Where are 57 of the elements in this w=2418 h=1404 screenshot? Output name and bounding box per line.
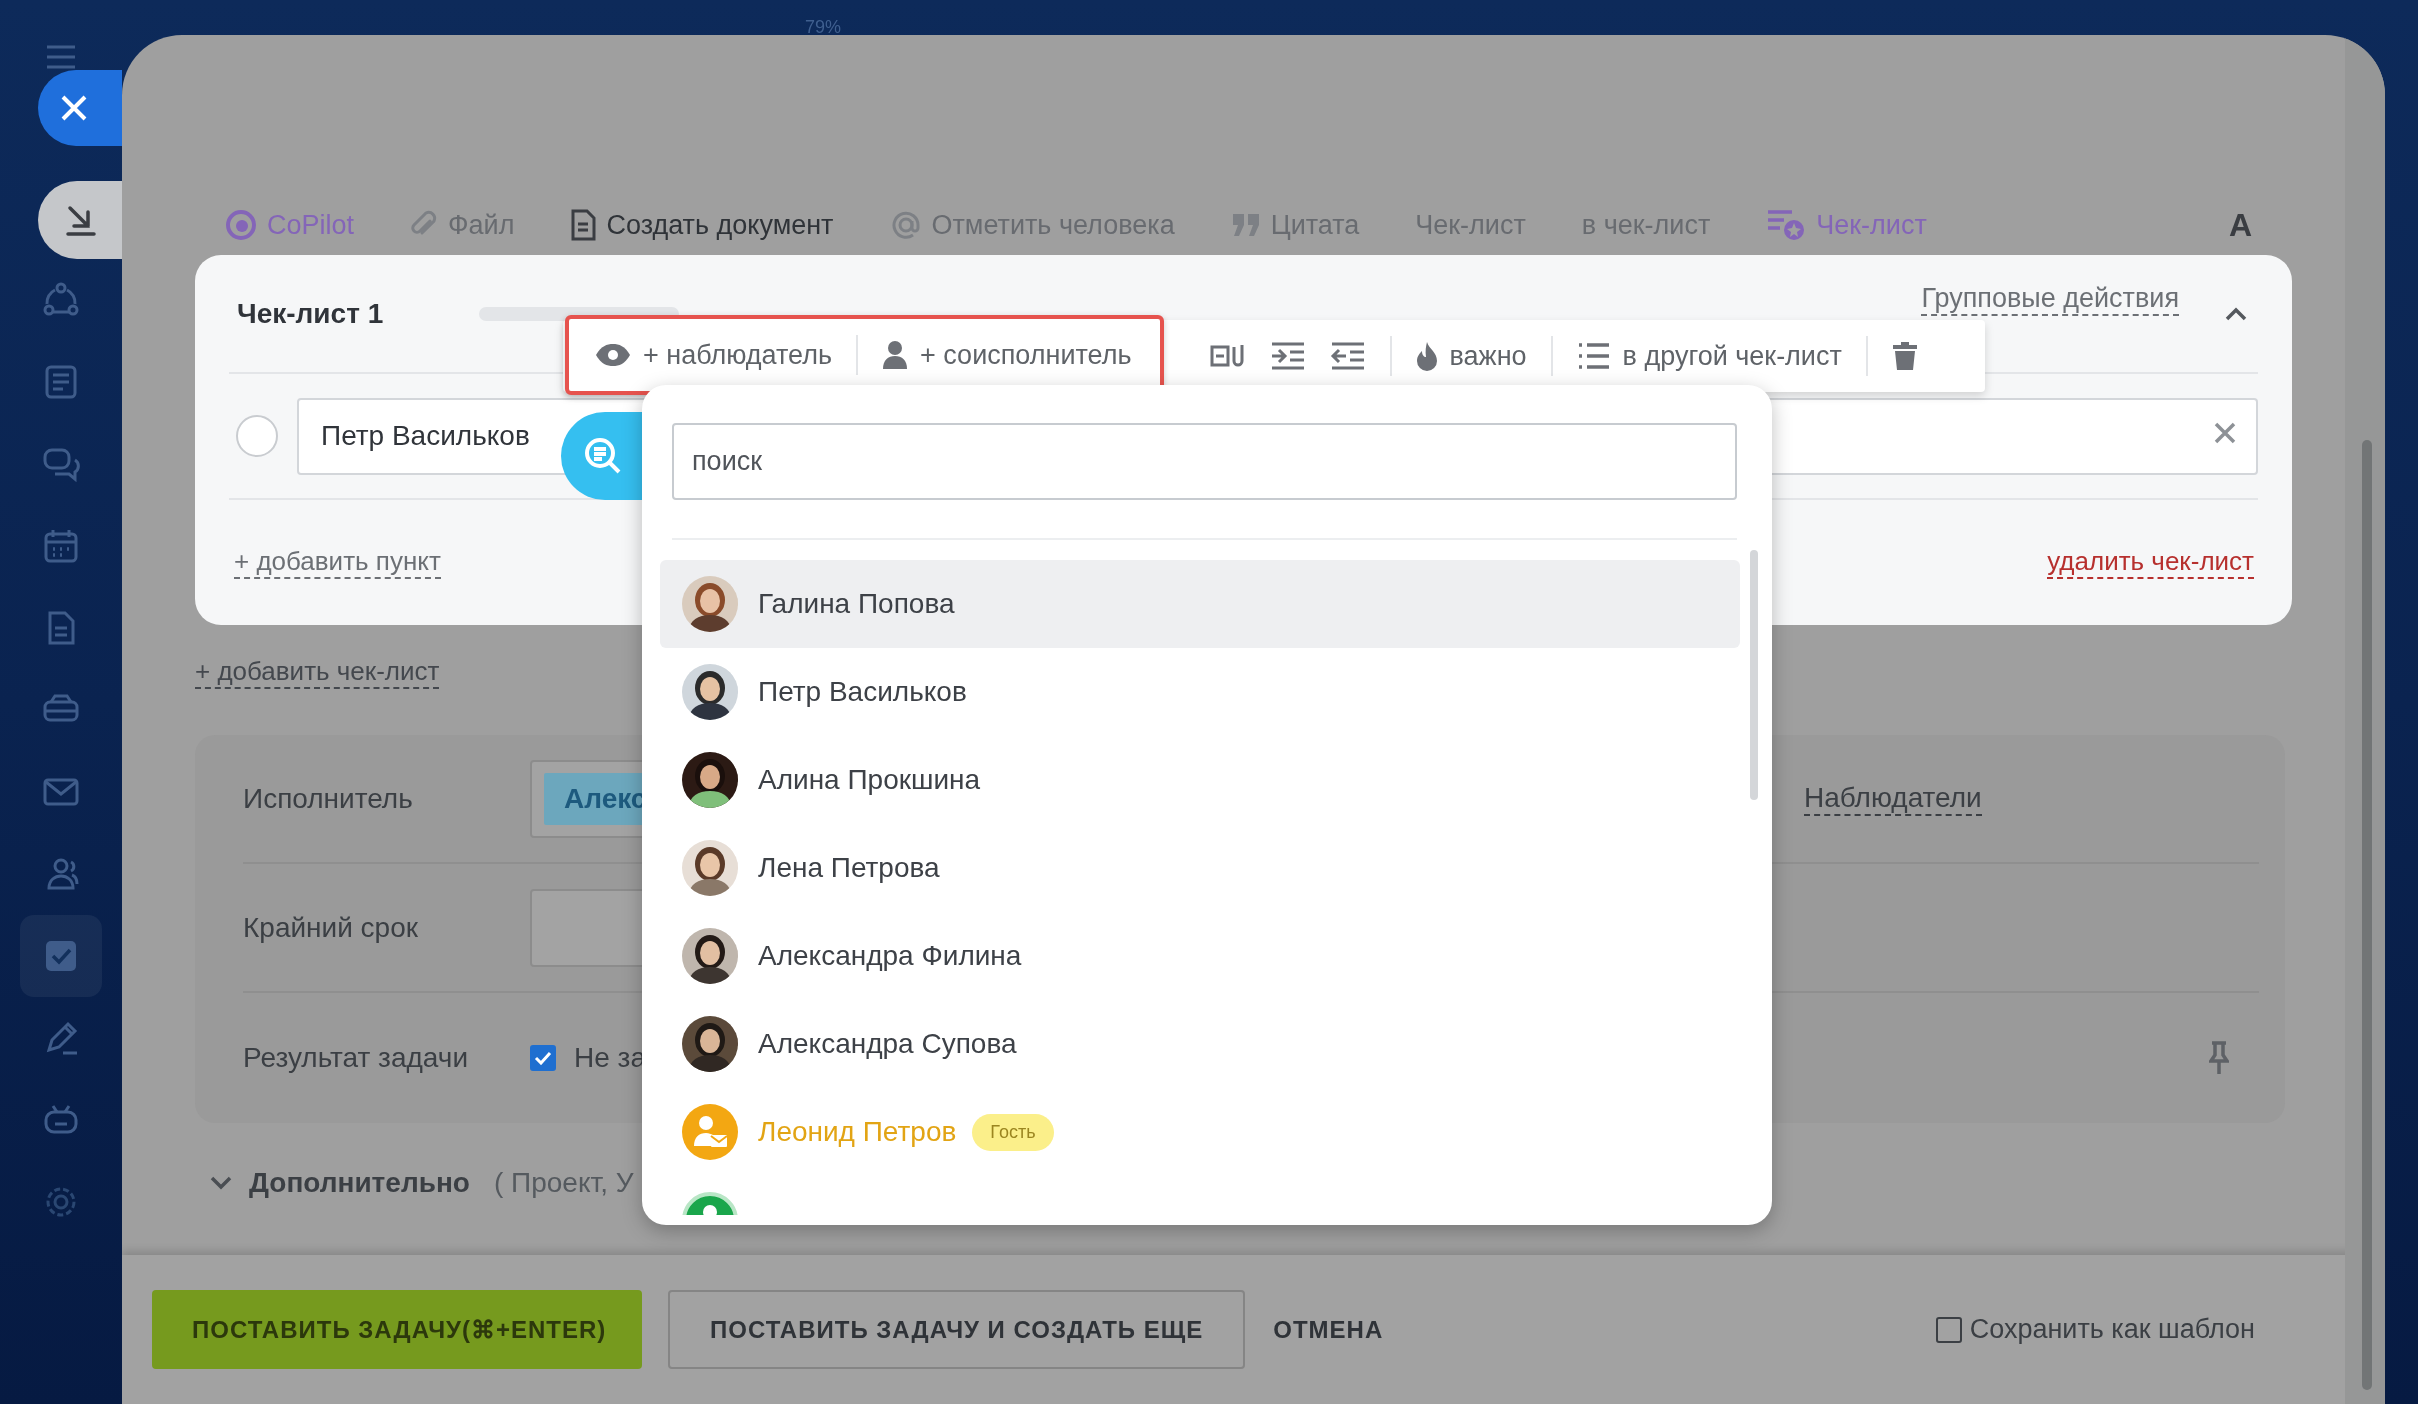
person-item[interactable]: Александра Филина [660, 912, 1740, 1000]
toolbar-button[interactable]: + наблюдатель [583, 339, 845, 371]
delete-checklist-link[interactable]: удалить чек-лист [2047, 546, 2254, 579]
toolbar-item[interactable]: A [2228, 206, 2252, 244]
sidebar-item[interactable] [38, 181, 122, 259]
document-icon [570, 209, 597, 241]
chevron-icon[interactable] [209, 1175, 233, 1191]
add-checklist-link[interactable]: + добавить чек-лист [195, 655, 440, 689]
checkbox-label: Сохранить как шаблон [1969, 1314, 2255, 1345]
search-icon [583, 435, 623, 476]
at-sign-icon [889, 209, 922, 241]
guest-badge: Гость [972, 1113, 1054, 1151]
toolbar-item[interactable]: Создать документ [606, 209, 834, 241]
field-label: Крайний срок [243, 911, 419, 944]
field-label: Исполнитель [243, 782, 414, 815]
checkbox[interactable] [530, 1045, 556, 1071]
scrollbar[interactable] [2362, 440, 2372, 1390]
quote-icon [1230, 212, 1261, 238]
cancel-button[interactable]: ОТМЕНА [1245, 1290, 1412, 1369]
list-icon [1576, 342, 1611, 370]
guest-user-icon [682, 1104, 738, 1160]
section-hint: ( Проект, У [493, 1167, 634, 1199]
person-item[interactable]: Лена Петрова [660, 824, 1740, 912]
clear-button[interactable] [2214, 421, 2236, 444]
person-item[interactable]: Алина Прокшина [660, 736, 1740, 824]
chevron-icon[interactable] [2224, 305, 2248, 322]
person-item[interactable]: Петр Васильков [660, 648, 1740, 736]
submit-button[interactable]: ПОСТАВИТЬ ЗАДАЧУ(⌘+ENTER) [152, 1290, 642, 1369]
close-button[interactable] [38, 70, 122, 146]
observers-link[interactable]: Наблюдатели [1804, 781, 1982, 816]
toolbar-button[interactable]: в другой чек-лист [1564, 340, 1854, 372]
pin-icon[interactable] [2209, 1041, 2229, 1075]
checkbox[interactable] [1935, 1316, 1962, 1343]
checkmark-icon [534, 1051, 552, 1065]
person-item[interactable]: Галина Попова [660, 560, 1740, 648]
person-item[interactable]: Александра Супова [660, 1000, 1740, 1088]
toolbar-button[interactable]: + соисполнитель [870, 339, 1144, 371]
eye-icon [595, 343, 631, 367]
indent-icon[interactable] [1269, 341, 1306, 371]
scrollbar[interactable] [1750, 550, 1758, 800]
copilot-icon [225, 209, 257, 241]
flame-icon [1415, 341, 1438, 371]
add-item-link[interactable]: + добавить пункт [234, 546, 441, 579]
checklist-title: Чек-лист 1 [237, 297, 385, 330]
checklist-icon [1766, 208, 1807, 242]
close-icon [60, 94, 88, 122]
submit-and-new-button[interactable]: ПОСТАВИТЬ ЗАДАЧУ И СОЗДАТЬ ЕЩЕ [668, 1290, 1246, 1369]
person-icon [882, 340, 909, 370]
toolbar-button[interactable]: важно [1403, 340, 1539, 372]
outdent-icon[interactable] [1329, 341, 1366, 371]
group-actions-link[interactable]: Групповые действия [1921, 283, 2179, 316]
person-item[interactable]: Леонид Петров Гость [660, 1088, 1740, 1176]
field-label: Результат задачи [243, 1042, 470, 1074]
close-icon [2214, 421, 2236, 444]
section-title[interactable]: Дополнительно [249, 1167, 470, 1199]
trash-icon[interactable] [1891, 341, 1918, 371]
search-field[interactable]: поиск [672, 423, 1737, 500]
